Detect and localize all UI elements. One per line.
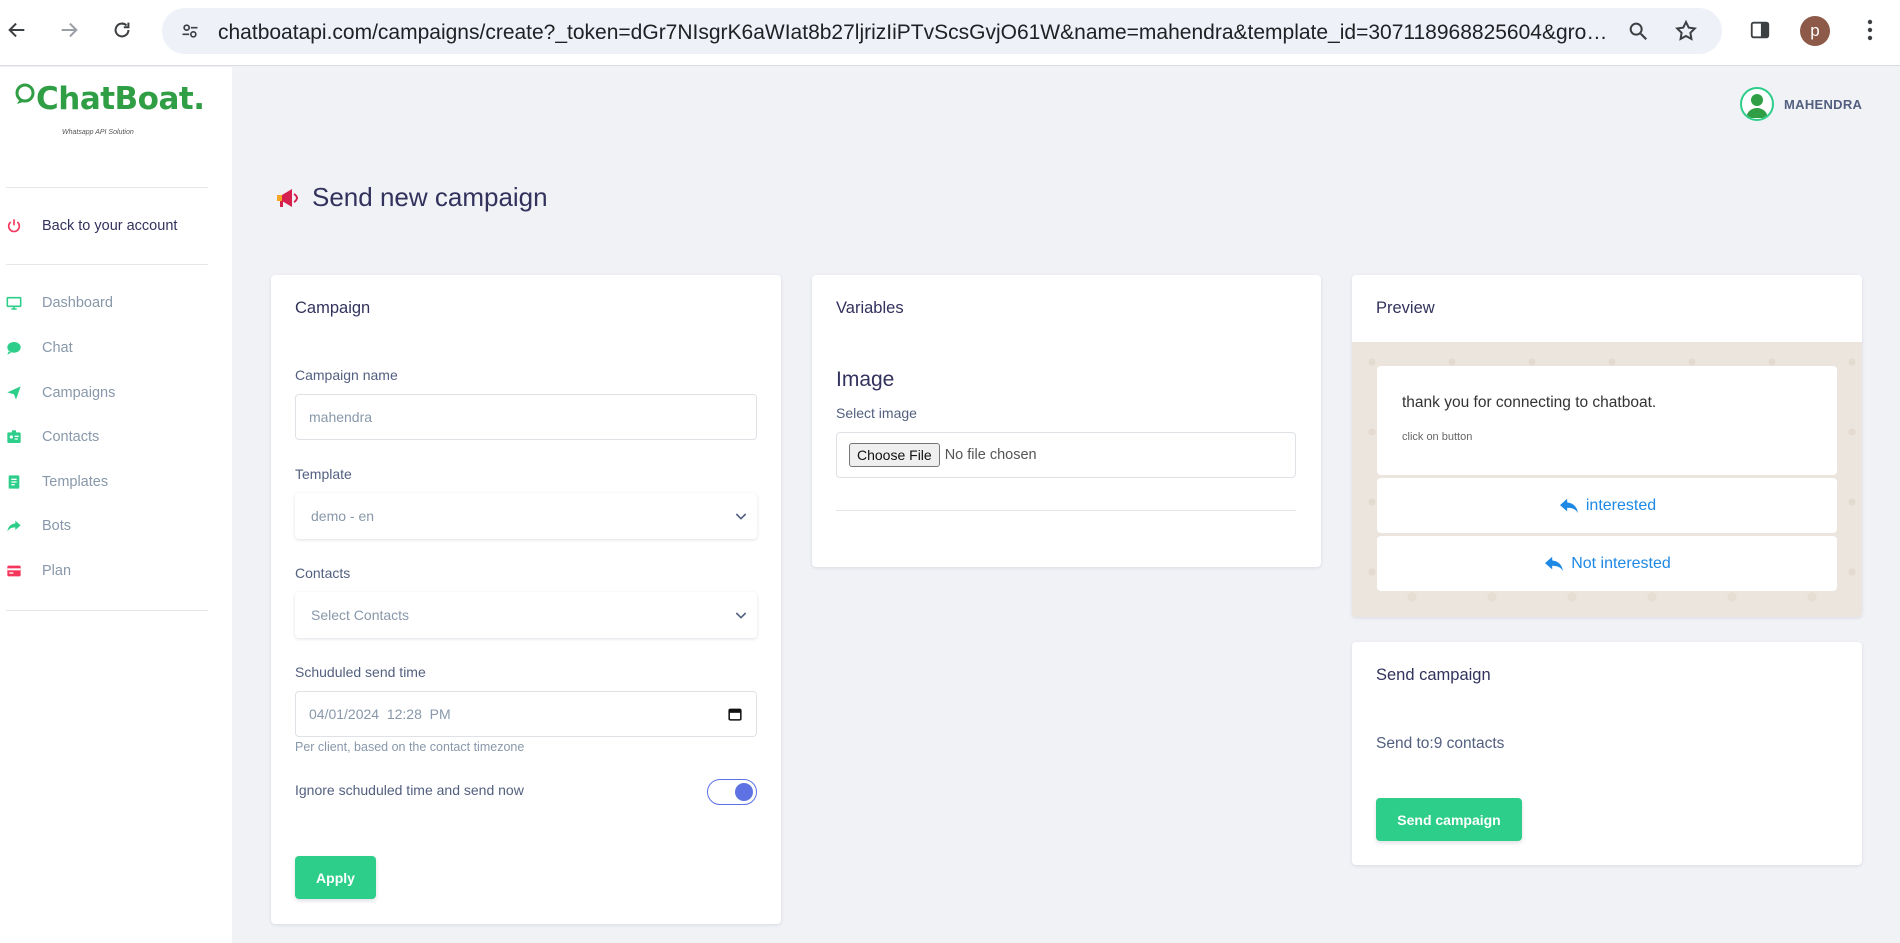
image-section-title: Image <box>836 368 895 391</box>
template-label: Template <box>295 466 352 482</box>
sidebar-divider <box>6 264 208 265</box>
send-time-label: Schuduled send time <box>295 664 426 680</box>
campaign-name-label: Campaign name <box>295 367 398 383</box>
sidebar-item-bots[interactable]: Bots <box>0 511 220 541</box>
page-title: Send new campaign <box>274 182 548 213</box>
reply-icon <box>1559 498 1578 513</box>
toggle-knob <box>735 783 753 801</box>
message-bubble: thank you for connecting to chatboat. cl… <box>1377 366 1837 475</box>
share-arrow-icon <box>6 518 22 534</box>
apply-button[interactable]: Apply <box>295 856 376 899</box>
quick-reply-label: Not interested <box>1571 554 1671 572</box>
template-select[interactable]: demo - en <box>295 493 757 539</box>
send-campaign-button[interactable]: Send campaign <box>1376 798 1522 841</box>
sidebar-item-templates[interactable]: Templates <box>0 467 220 497</box>
url-text[interactable]: chatboatapi.com/campaigns/create?_token=… <box>218 21 1608 45</box>
section-divider <box>836 510 1296 511</box>
template-select-value: demo - en <box>311 508 375 524</box>
credit-card-icon <box>6 563 22 579</box>
sidebar-item-plan[interactable]: Plan <box>0 556 220 586</box>
card-title: Campaign <box>295 299 371 317</box>
bookmark-star-icon[interactable] <box>1672 17 1700 45</box>
sidebar-item-dashboard[interactable]: Dashboard <box>0 288 220 318</box>
chat-wallpaper: thank you for connecting to chatboat. cl… <box>1352 342 1862 617</box>
profile-avatar[interactable]: p <box>1800 16 1830 46</box>
ignore-time-label: Ignore schuduled time and send now <box>295 782 524 798</box>
back-arrow-icon[interactable] <box>0 13 34 47</box>
sidebar-item-contacts[interactable]: Contacts <box>0 422 220 452</box>
quick-reply-interested[interactable]: interested <box>1377 478 1837 533</box>
sidebar-item-label: Contacts <box>42 429 100 445</box>
sidebar-divider <box>6 610 208 611</box>
send-time-value: 04/01/2024 12:28 PM <box>309 706 451 722</box>
sidebar-item-label: Templates <box>42 474 109 490</box>
contacts-select[interactable]: Select Contacts <box>295 592 757 638</box>
image-file-input[interactable]: Choose File No file chosen <box>836 432 1296 478</box>
campaign-name-input[interactable]: mahendra <box>295 394 757 440</box>
sidebar-item-label: Campaigns <box>42 385 116 401</box>
sidebar-item-back[interactable]: Back to your account <box>0 211 220 241</box>
sidebar-item-label: Chat <box>42 340 73 356</box>
send-time-help: Per client, based on the contact timezon… <box>295 740 525 754</box>
sidebar-item-label: Back to your account <box>42 218 178 234</box>
message-footer: click on button <box>1402 431 1473 443</box>
brand-tagline: Whatsapp API Solution <box>62 129 134 136</box>
document-icon <box>6 474 22 490</box>
quick-reply-not-interested[interactable]: Not interested <box>1377 536 1837 591</box>
contacts-label: Contacts <box>295 565 351 581</box>
browser-toolbar: chatboatapi.com/campaigns/create?_token=… <box>0 0 1900 66</box>
campaign-card: Campaign Campaign name mahendra Template… <box>271 275 781 924</box>
sidebar-item-label: Bots <box>42 518 72 534</box>
paper-plane-icon <box>6 385 22 401</box>
send-time-input[interactable]: 04/01/2024 12:28 PM <box>295 691 757 737</box>
sidebar-item-campaigns[interactable]: Campaigns <box>0 378 220 408</box>
ignore-time-toggle[interactable] <box>707 779 757 805</box>
id-card-icon <box>6 429 22 445</box>
reload-icon[interactable] <box>105 13 139 47</box>
variables-card: Variables Image Select image Choose File… <box>812 275 1321 567</box>
sidebar: ChatBoat. Whatsapp API Solution Back to … <box>0 67 232 943</box>
sidebar-item-label: Plan <box>42 563 72 579</box>
send-to-text: Send to:9 contacts <box>1376 735 1505 752</box>
user-name: MAHENDRA <box>1784 96 1863 112</box>
contacts-select-placeholder: Select Contacts <box>311 607 410 623</box>
monitor-icon <box>6 295 22 311</box>
reply-icon <box>1545 556 1564 571</box>
sidebar-divider <box>6 187 208 188</box>
chat-bubble-icon <box>6 340 22 356</box>
sidebar-item-chat[interactable]: Chat <box>0 333 220 363</box>
zoom-icon[interactable] <box>1624 17 1652 45</box>
more-menu-icon[interactable] <box>1853 13 1887 47</box>
sidebar-item-label: Dashboard <box>42 295 113 311</box>
no-file-text: No file chosen <box>944 447 1037 463</box>
choose-file-button[interactable]: Choose File <box>849 443 940 467</box>
preview-card: Preview thank you for connecting to chat… <box>1352 275 1862 617</box>
forward-arrow-icon[interactable] <box>52 13 86 47</box>
message-body: thank you for connecting to chatboat. <box>1402 394 1657 411</box>
send-campaign-card: Send campaign Send to:9 contacts Send ca… <box>1352 642 1862 865</box>
address-bar[interactable]: chatboatapi.com/campaigns/create?_token=… <box>162 8 1722 54</box>
site-info-icon[interactable] <box>174 15 206 47</box>
power-icon <box>6 218 22 234</box>
card-title: Variables <box>836 299 904 317</box>
brand-name: ChatBoat. <box>36 81 205 117</box>
calendar-icon[interactable] <box>728 707 742 721</box>
megaphone-icon <box>277 188 299 207</box>
brand-logo[interactable]: ChatBoat. Whatsapp API Solution <box>14 81 205 136</box>
chat-logo-icon <box>15 83 35 104</box>
select-image-label: Select image <box>836 405 917 421</box>
user-menu[interactable]: MAHENDRA <box>1740 87 1862 121</box>
side-panel-icon[interactable] <box>1743 13 1777 47</box>
user-avatar-icon <box>1740 87 1774 121</box>
chevron-down-icon <box>735 612 747 619</box>
page-title-text: Send new campaign <box>312 182 548 212</box>
card-title: Send campaign <box>1376 666 1491 684</box>
card-title: Preview <box>1376 299 1435 317</box>
chevron-down-icon <box>735 513 747 520</box>
quick-reply-label: interested <box>1585 496 1657 514</box>
